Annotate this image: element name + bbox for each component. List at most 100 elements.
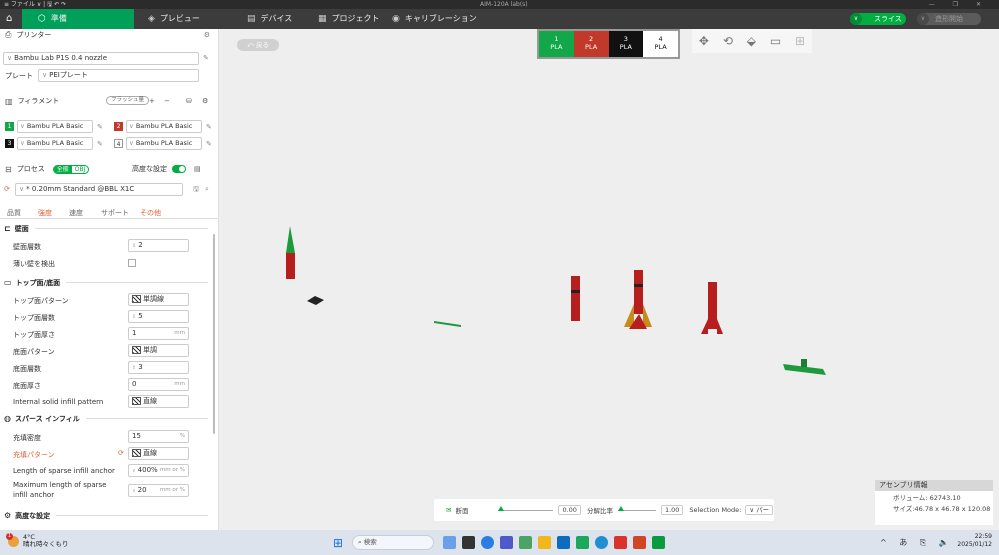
system-tray[interactable]: ^ あ ⎘ 🔈 — [880, 537, 954, 548]
filament-color-swatch[interactable]: 3 — [5, 139, 14, 148]
top-thickness-input[interactable]: 1 mm — [128, 327, 189, 340]
add-icon[interactable]: + — [149, 97, 155, 105]
weather-widget[interactable]: 4°C 晴れ時々くもり — [6, 532, 69, 548]
bottom-thickness-input[interactable]: 0 mm — [128, 378, 189, 391]
save-icon[interactable]: 🖫 — [193, 185, 199, 196]
gear-icon[interactable]: ⚙ — [204, 31, 210, 39]
file-menu[interactable]: ≡ ファイル ∨ | 🖫 ↶ ↷ — [4, 0, 66, 9]
app-explorer-icon[interactable] — [538, 536, 551, 549]
tab-speed[interactable]: 速度 — [69, 208, 83, 218]
app-outlook-icon[interactable] — [557, 536, 570, 549]
section-view-icon[interactable]: ✉ — [446, 506, 451, 514]
chevron-down-icon[interactable]: ∨ — [917, 13, 929, 25]
top-pattern-select[interactable]: 単調線 — [128, 293, 189, 306]
selection-mode-select[interactable]: ∨ パー — [745, 505, 774, 515]
remove-icon[interactable]: − — [164, 97, 170, 105]
tab-project[interactable]: ▦ プロジェクト — [318, 9, 380, 29]
bottom-layers-input[interactable]: ⇕ 3 — [128, 361, 189, 374]
filament-color-swatch[interactable]: 4 — [114, 139, 123, 148]
slider-thumb[interactable] — [498, 505, 505, 511]
home-icon[interactable]: ⌂ — [6, 9, 12, 29]
app-office-icon[interactable] — [633, 536, 646, 549]
edit-icon[interactable]: ✎ — [203, 54, 209, 62]
app-chrome-icon[interactable] — [595, 536, 608, 549]
search-placeholder: 検索 — [363, 538, 377, 546]
filament-select[interactable]: ∨ Bambu PLA Basic — [126, 137, 202, 150]
taskbar-search[interactable]: ⌕ 検索 — [352, 535, 434, 550]
sync-icon[interactable]: ⛁ — [186, 97, 192, 105]
3d-viewport[interactable]: ⤺ 戻る 1 PLA 2 PLA 3 PLA 4 PLA ✥ ⟲ ⬙ ▭ ⊞ ✉… — [220, 29, 999, 530]
detect-thin-wall-checkbox[interactable] — [128, 259, 136, 267]
model-green-plate[interactable] — [783, 359, 826, 375]
tab-calibration[interactable]: ◉ キャリブレーション — [392, 9, 477, 29]
print-button[interactable]: ∨ 造形開始 — [917, 13, 981, 25]
search-icon[interactable]: ⌕ — [205, 185, 209, 194]
reset-icon[interactable]: ⟳ — [118, 449, 124, 457]
app-mcafee-icon[interactable] — [614, 536, 627, 549]
scope-toggle[interactable]: 全般 OBJ — [52, 164, 90, 174]
reset-icon[interactable]: ⟳ — [4, 185, 10, 193]
app-edge-icon[interactable] — [481, 536, 494, 549]
app-copilot-icon[interactable] — [443, 536, 456, 549]
model-red-tube-black-bands[interactable] — [571, 276, 580, 321]
filament-color-swatch[interactable]: 1 — [5, 122, 14, 131]
model-red-tube-fins[interactable] — [701, 282, 723, 334]
anchor-max-input[interactable]: ∨ 20 mm or % — [128, 484, 189, 497]
anchor-length-input[interactable]: ∨ 400% mm or % — [128, 464, 189, 477]
app-teams-icon[interactable] — [500, 536, 513, 549]
slider-thumb[interactable] — [617, 505, 624, 511]
tab-quality[interactable]: 品質 — [7, 208, 21, 218]
compare-icon[interactable]: ▤ — [194, 165, 201, 173]
filament-color-swatch[interactable]: 2 — [114, 122, 123, 131]
gear-icon[interactable]: ⚙ — [202, 97, 208, 105]
infill-density-input[interactable]: 15% — [128, 430, 189, 443]
section-value-input[interactable]: 0.00 — [558, 505, 581, 515]
printer-select[interactable]: ∨ Bambu Lab P1S 0.4 nozzle — [3, 52, 199, 65]
start-button[interactable]: ⊞ — [333, 536, 343, 550]
process-preset-select[interactable]: ∨ * 0.20mm Standard @BBL X1C — [15, 183, 183, 196]
wall-loops-input[interactable]: ⇕ 2 — [128, 239, 189, 252]
tab-device[interactable]: ▤ デバイス — [247, 9, 292, 29]
app-xbox-icon[interactable] — [652, 536, 665, 549]
edit-icon[interactable]: ✎ — [97, 123, 103, 131]
app-store-icon[interactable] — [519, 536, 532, 549]
tab-others[interactable]: その他 — [140, 208, 161, 218]
filament-slot-3[interactable]: 3 ∨ Bambu PLA Basic ✎ — [5, 137, 103, 150]
tab-preview[interactable]: ◈ プレビュー — [148, 9, 200, 29]
app-bambu-icon[interactable] — [576, 536, 589, 549]
filament-slot-1[interactable]: 1 ∨ Bambu PLA Basic ✎ — [5, 120, 103, 133]
explode-ratio-input[interactable]: 1.00 — [660, 505, 684, 515]
bottom-pattern-select[interactable]: 単調 — [128, 344, 189, 357]
top-layers-input[interactable]: ⇕ 5 — [128, 310, 189, 323]
clock[interactable]: 22:59 2025/01/12 — [956, 533, 992, 549]
tab-support[interactable]: サポート — [101, 208, 129, 218]
settings-scrollbar[interactable] — [213, 234, 215, 434]
slice-button[interactable]: ∨ スライス — [850, 13, 906, 25]
plate-select[interactable]: ∨ PEIプレート — [38, 69, 199, 82]
filament-select[interactable]: ∨ Bambu PLA Basic — [17, 137, 93, 150]
filament-select[interactable]: ∨ Bambu PLA Basic — [17, 120, 93, 133]
window-controls[interactable]: — ❐ ✕ — [929, 0, 989, 9]
edit-icon[interactable]: ✎ — [206, 123, 212, 131]
model-red-finned-tube[interactable] — [624, 270, 652, 329]
model-green-strip[interactable] — [434, 321, 461, 327]
section-slider[interactable] — [498, 505, 554, 511]
chevron-down-icon[interactable]: ∨ — [850, 13, 862, 25]
model-green-nose-tube[interactable] — [286, 226, 295, 279]
edit-icon[interactable]: ✎ — [206, 140, 212, 148]
filament-slot-4[interactable]: 4 ∨ Bambu PLA Basic ✎ — [114, 137, 212, 150]
filament-slot-2[interactable]: 2 ∨ Bambu PLA Basic ✎ — [114, 120, 212, 133]
app-taskview-icon[interactable] — [462, 536, 475, 549]
edit-icon[interactable]: ✎ — [97, 140, 103, 148]
flush-button[interactable]: フラッシュ量 — [106, 96, 150, 105]
advanced-toggle[interactable] — [172, 165, 186, 173]
group-title: トップ面/底面 — [15, 278, 61, 287]
filament-select[interactable]: ∨ Bambu PLA Basic — [126, 120, 202, 133]
model-black-block[interactable] — [307, 296, 324, 305]
tab-prepare[interactable]: ⬡ 準備 — [22, 9, 134, 29]
scope-all[interactable]: 全般 — [53, 165, 72, 173]
internal-solid-infill-select[interactable]: 直線 — [128, 395, 189, 408]
infill-pattern-select[interactable]: 直線 — [128, 447, 189, 460]
scope-obj[interactable]: OBJ — [72, 166, 89, 173]
explode-ratio-slider[interactable] — [617, 505, 656, 511]
